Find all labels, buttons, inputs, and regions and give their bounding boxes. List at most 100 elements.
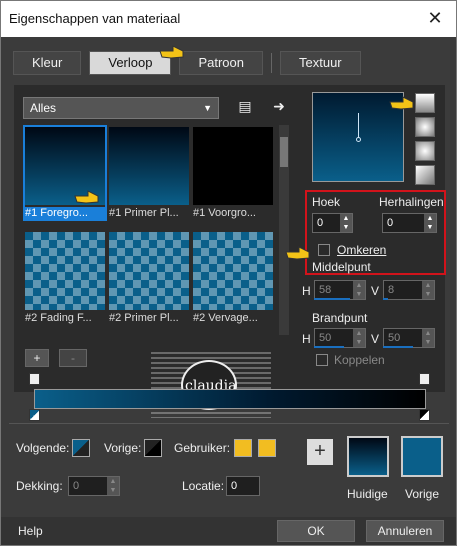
footer: Help OK Annuleren (1, 517, 456, 545)
focal-h-input[interactable]: 50 ▲ ▼ (314, 328, 366, 348)
spin-arrows-icon[interactable]: ▲ ▼ (353, 329, 365, 347)
cancel-button[interactable]: Annuleren (366, 520, 444, 542)
gradient-item[interactable]: #1 Foregro... (23, 125, 107, 221)
center-h-value: 58 (319, 284, 332, 296)
gradient-swatch (193, 127, 273, 205)
gradient-swatch (109, 232, 189, 310)
tab-textuur[interactable]: Textuur (280, 51, 361, 75)
library-scrollbar[interactable] (279, 125, 289, 335)
hand-pointer-icon (74, 190, 99, 204)
gradient-label: #1 Primer Pl... (109, 207, 179, 219)
gradient-item[interactable]: #2 Fading F... (25, 232, 105, 324)
center-v-slider[interactable] (383, 298, 388, 300)
tab-divider (271, 53, 272, 73)
spin-arrows-icon[interactable]: ▲ ▼ (424, 214, 436, 232)
color-stop-marker[interactable] (29, 409, 40, 421)
previous-material-swatch[interactable] (401, 436, 443, 477)
spin-arrows-icon[interactable]: ▲ ▼ (340, 214, 352, 232)
gradient-label: #2 Vervage... (193, 312, 258, 324)
invert-label: Omkeren (337, 243, 387, 257)
dialog-title: Eigenschappen van materiaal (9, 11, 181, 26)
gradient-swatch (109, 127, 189, 205)
rectangular-type-button[interactable] (415, 117, 435, 137)
library-menu-icon[interactable]: ▤ (236, 97, 254, 115)
gradient-swatch (193, 232, 273, 310)
gradient-label: #1 Voorgro... (193, 207, 256, 219)
location-value: 0 (231, 480, 238, 492)
opacity-stop-marker[interactable] (29, 373, 40, 385)
gradient-item[interactable]: #2 Vervage... (193, 232, 273, 324)
center-marker-icon (356, 137, 361, 142)
help-link[interactable]: Help (18, 524, 43, 538)
gradient-item[interactable]: #1 Voorgro... (193, 127, 273, 219)
center-v-input[interactable]: 8 ▲ ▼ (383, 280, 435, 300)
location-input[interactable]: 0 (226, 476, 260, 496)
spin-arrows-icon[interactable]: ▲ ▼ (422, 329, 434, 347)
hand-pointer-icon (285, 246, 310, 260)
tab-patroon[interactable]: Patroon (179, 51, 263, 75)
gradient-item[interactable]: #1 Primer Pl... (109, 127, 189, 219)
opacity-value: 0 (73, 480, 80, 492)
focal-label: Brandpunt (312, 311, 368, 325)
center-h-slider[interactable] (314, 298, 350, 300)
focal-h-value: 50 (319, 332, 332, 344)
close-icon[interactable]: ✕ (424, 7, 446, 29)
repeats-input[interactable]: 0 ▲ ▼ (382, 213, 437, 233)
user-label: Gebruiker: (174, 441, 231, 455)
spin-arrows-icon[interactable]: ▲ ▼ (107, 477, 119, 495)
gradient-label: #2 Fading F... (25, 312, 92, 324)
arrow-right-icon[interactable]: ➜ (270, 97, 288, 115)
ok-button[interactable]: OK (277, 520, 355, 542)
user-color-swatch-2[interactable] (258, 439, 276, 457)
gradient-editor-bar[interactable] (34, 389, 426, 409)
current-label: Huidige (347, 487, 388, 501)
repeats-label: Herhalingen (379, 195, 444, 209)
next-label: Volgende: (16, 441, 70, 455)
spin-arrows-icon[interactable]: ▲ ▼ (353, 281, 365, 299)
center-h-label: H (302, 284, 311, 298)
opacity-stop-marker[interactable] (419, 373, 430, 385)
repeats-value: 0 (387, 217, 394, 229)
focal-v-value: 50 (388, 332, 401, 344)
center-h-input[interactable]: 58 ▲ ▼ (314, 280, 366, 300)
spin-arrows-icon[interactable]: ▲ ▼ (422, 281, 434, 299)
linear-type-button[interactable] (415, 93, 435, 113)
gradient-item[interactable]: #2 Primer Pl... (109, 232, 189, 324)
category-dropdown[interactable]: Alles ▼ (23, 97, 219, 119)
prev-color-swatch[interactable] (144, 439, 162, 457)
focal-v-input[interactable]: 50 ▲ ▼ (383, 328, 435, 348)
link-checkbox[interactable] (316, 354, 328, 366)
scrollbar-thumb[interactable] (280, 137, 288, 167)
link-label: Koppelen (334, 353, 385, 367)
user-color-swatch-1[interactable] (234, 439, 252, 457)
location-label: Locatie: (182, 479, 225, 493)
focal-v-label: V (371, 332, 380, 346)
add-stop-button[interactable]: + (25, 349, 49, 367)
angle-input[interactable]: 0 ▲ ▼ (312, 213, 353, 233)
category-value: Alles (30, 101, 57, 115)
chevron-down-icon: ▼ (203, 103, 212, 113)
radial-type-button[interactable] (415, 141, 435, 161)
invert-checkbox[interactable] (318, 244, 330, 256)
color-stop-marker[interactable] (419, 409, 430, 421)
center-v-label: V (371, 284, 380, 298)
focal-v-slider[interactable] (383, 346, 413, 348)
tab-kleur[interactable]: Kleur (13, 51, 82, 75)
opacity-input[interactable]: 0 ▲ ▼ (68, 476, 120, 496)
focal-h-slider[interactable] (314, 346, 344, 348)
sunburst-type-button[interactable] (415, 165, 435, 185)
current-material-swatch[interactable] (347, 436, 389, 477)
add-material-icon[interactable]: + (307, 439, 333, 465)
tab-bar: Kleur Verloop Patroon Textuur (13, 51, 361, 75)
opacity-label: Dekking: (16, 479, 63, 493)
focal-h-label: H (302, 332, 311, 346)
material-properties-dialog: Eigenschappen van materiaal ✕ Kleur Verl… (0, 0, 457, 546)
gradient-label: #1 Foregro... (25, 207, 105, 220)
preview-line (358, 113, 359, 138)
prev-label: Vorige: (104, 441, 142, 455)
previous-label: Vorige (405, 487, 440, 501)
remove-stop-button[interactable]: - (59, 349, 87, 367)
angle-value: 0 (317, 217, 324, 229)
next-color-swatch[interactable] (72, 439, 90, 457)
gradient-label: #2 Primer Pl... (109, 312, 179, 324)
